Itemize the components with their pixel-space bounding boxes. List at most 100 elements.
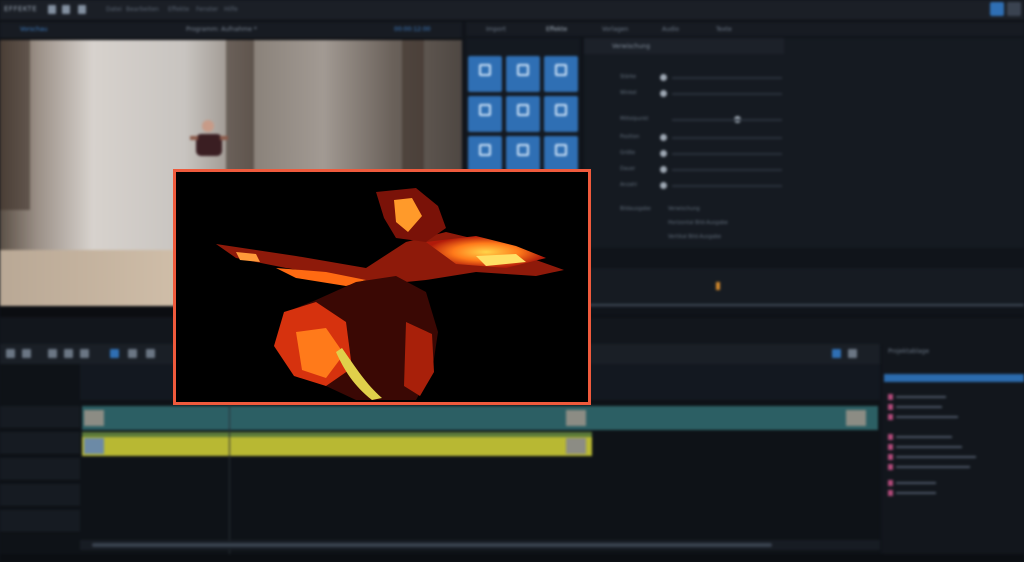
select-tool-icon[interactable] (110, 349, 119, 358)
track-header[interactable] (0, 458, 80, 481)
output-options-label: Bildausgabe (620, 206, 651, 212)
split-icon[interactable] (80, 349, 89, 358)
setting-row[interactable]: Winkel (620, 90, 820, 98)
effect-icon (479, 144, 491, 156)
clip-thumbnail (84, 410, 104, 426)
media-pool-title: Projektablage (888, 348, 930, 355)
scrollbar-thumb[interactable] (92, 543, 772, 547)
tab-effects[interactable]: Effekte (546, 26, 567, 33)
redo-icon[interactable] (22, 349, 31, 358)
output-option[interactable]: Horizontal Bild-Ausgabe (668, 220, 728, 226)
setting-label: Anzahl (620, 182, 637, 188)
new-file-icon[interactable] (48, 5, 56, 14)
slider-handle[interactable] (660, 134, 667, 141)
effect-tile[interactable] (468, 96, 502, 132)
media-file-icon (888, 444, 893, 450)
track-header[interactable] (0, 432, 80, 455)
media-file-icon (888, 464, 893, 470)
slider-track[interactable] (672, 185, 782, 187)
slider-handle[interactable] (660, 74, 667, 81)
settings-gear-icon[interactable] (1007, 2, 1021, 16)
clip-thumbnail (846, 410, 866, 426)
tab-texts[interactable]: Texte (716, 26, 732, 33)
effects-tab-bar: Import Effekte Vorlagen Audio Texte (466, 22, 1024, 36)
playhead-marker[interactable] (716, 282, 720, 290)
media-name (896, 482, 936, 484)
effect-settings-panel: Verwischung Stärke Winkel Mittelpunkt Po… (584, 38, 1024, 248)
effect-tile[interactable] (506, 96, 540, 132)
link-icon[interactable] (146, 349, 155, 358)
tab-audio[interactable]: Audio (662, 26, 679, 33)
menu-item-window[interactable]: Fenster (196, 6, 218, 13)
slider-handle[interactable] (660, 90, 667, 97)
slider-track[interactable] (672, 119, 782, 121)
clip-title-bar (82, 432, 592, 437)
effect-tile[interactable] (544, 56, 578, 92)
effect-tile[interactable] (544, 96, 578, 132)
effects-grid (466, 38, 580, 172)
setting-row[interactable]: Größe (620, 150, 820, 158)
scene-beam (0, 40, 30, 210)
video-clip[interactable] (82, 406, 878, 430)
menu-item-help[interactable]: Hilfe (224, 6, 238, 13)
slider-track[interactable] (672, 153, 782, 155)
timeline-playhead[interactable] (229, 400, 230, 554)
save-icon[interactable] (78, 5, 86, 14)
setting-label: Stärke (620, 74, 637, 80)
zoom-icon[interactable] (848, 349, 857, 358)
snap-icon[interactable] (832, 349, 841, 358)
output-option[interactable]: Vertikal Bild-Ausgabe (668, 234, 721, 240)
effect-tile[interactable] (468, 56, 502, 92)
cut-icon[interactable] (64, 349, 73, 358)
tab-templates[interactable]: Vorlagen (602, 26, 628, 33)
effect-tile[interactable] (506, 56, 540, 92)
media-name (896, 492, 936, 494)
track-header[interactable] (0, 484, 80, 507)
media-name (896, 446, 962, 448)
dancer-figure (190, 120, 228, 156)
track-header[interactable] (0, 406, 80, 429)
slider-track[interactable] (672, 93, 782, 95)
timeline-scrollbar[interactable] (80, 540, 880, 550)
effect-clip[interactable] (82, 432, 592, 456)
edit-mode-button[interactable] (990, 2, 1004, 16)
menu-bar: EFFEKTE Datei Bearbeiten Effekte Fenster… (0, 0, 1024, 21)
track-header[interactable] (0, 510, 80, 533)
slider-track[interactable] (672, 77, 782, 79)
pen-icon[interactable] (128, 349, 137, 358)
output-option[interactable]: Verwischung (668, 206, 700, 212)
media-pool-panel: Projektablage (882, 344, 1024, 554)
media-name (896, 456, 976, 458)
media-pool-selected-row[interactable] (884, 374, 1024, 382)
setting-label: Position (620, 134, 640, 140)
slider-track[interactable] (672, 169, 782, 171)
preview-timecode: 00:00:12:00 (394, 26, 431, 33)
slider-handle[interactable] (660, 166, 667, 173)
effect-tile[interactable] (506, 136, 540, 172)
setting-row[interactable]: Dauer (620, 166, 820, 174)
media-name (896, 396, 946, 398)
preview-source-label[interactable]: Vorschau (20, 26, 47, 33)
tab-import[interactable]: Import (486, 26, 506, 33)
undo-icon[interactable] (6, 349, 15, 358)
menu-item-effects[interactable]: Effekte (168, 6, 189, 13)
menu-item-file[interactable]: Datei (106, 6, 122, 13)
highlighted-effect-preview (173, 169, 591, 405)
setting-row[interactable]: Mittelpunkt (620, 116, 820, 124)
setting-row[interactable]: Position (620, 134, 820, 142)
setting-row[interactable]: Stärke (620, 74, 820, 82)
media-file-icon (888, 414, 893, 420)
slider-handle[interactable] (660, 182, 667, 189)
delete-icon[interactable] (48, 349, 57, 358)
open-folder-icon[interactable] (62, 5, 70, 14)
slider-track[interactable] (672, 137, 782, 139)
slider-handle[interactable] (660, 150, 667, 157)
effect-tile[interactable] (468, 136, 502, 172)
media-name (896, 416, 958, 418)
setting-row[interactable]: Anzahl (620, 182, 820, 190)
preview-title: Programm: Aufnahme * (186, 26, 257, 33)
effect-tile[interactable] (544, 136, 578, 172)
video-editor-window: EFFEKTE Datei Bearbeiten Effekte Fenster… (0, 0, 1024, 562)
media-file-icon (888, 480, 893, 486)
menu-item-edit[interactable]: Bearbeiten (126, 6, 159, 13)
